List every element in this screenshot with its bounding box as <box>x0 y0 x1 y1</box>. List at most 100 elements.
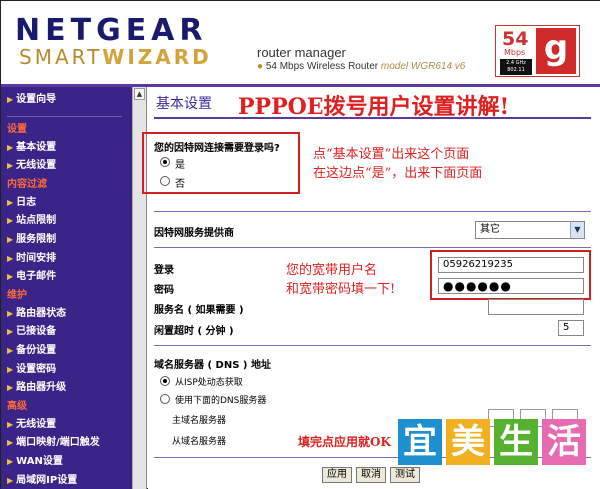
dns-auto-label: 从ISP处动态获取 <box>175 378 243 388</box>
arrow-icon: ▶ <box>7 161 14 171</box>
netgear-logo: NETGEAR <box>15 13 208 48</box>
sidebar-item-label: 路由器状态 <box>16 307 67 319</box>
sidebar-item-label: 设置向导 <box>16 94 57 105</box>
divider <box>154 247 591 248</box>
dns-manual-label: 使用下面的DNS服务器 <box>175 396 267 406</box>
sidebar-item[interactable]: ▶ 设置密码 <box>1 361 132 380</box>
sidebar-list: ▶ 设置向导 设置 ▶ 基本设置 ▶ 无线设置 内容过滤 ▶ 日志 ▶ 站点限制 ▶ 服务限制 ▶ 时间安排 ▶… <box>1 91 132 489</box>
arrow-icon: ▶ <box>7 216 14 226</box>
watermark-char: 生 <box>494 419 538 465</box>
sidebar-item-label: 无线设置 <box>16 418 57 430</box>
sidebar-item-label: 备份设置 <box>16 344 57 356</box>
sidebar-item[interactable]: ▶ 日志 <box>1 194 132 213</box>
arrow-icon: ▶ <box>7 95 14 104</box>
isp-select[interactable]: 其它 ▼ <box>475 221 585 239</box>
watermark-char: 美 <box>446 419 490 465</box>
arrow-icon: ▶ <box>7 234 14 244</box>
arrow-icon: ▶ <box>7 272 14 282</box>
sidebar-item-label: 已接设备 <box>16 326 57 338</box>
arrow-icon: ▶ <box>7 308 14 318</box>
sidebar-item[interactable]: ▶ 路由器状态 <box>1 305 132 324</box>
dns-primary-label: 主域名服务器 <box>172 416 227 426</box>
login-question: 您的因特网连接需要登录吗? <box>154 143 280 154</box>
scroll-up-icon[interactable]: ▲ <box>134 88 145 100</box>
divider <box>154 345 591 346</box>
watermark-char: 活 <box>542 419 586 465</box>
idle-timeout-field[interactable]: 5 <box>558 320 584 336</box>
idle-timeout-label: 闲置超时 ( 分钟 ) <box>154 326 234 337</box>
arrow-icon: ▶ <box>7 142 14 152</box>
page-title: 基本设置 <box>156 96 212 112</box>
sidebar-section-header: 设置 <box>7 123 27 135</box>
arrow-icon: ▶ <box>7 419 14 429</box>
dns-title: 域名服务器 ( DNS ) 地址 <box>154 360 271 371</box>
sidebar-item[interactable]: ▶ 基本设置 <box>1 139 132 158</box>
sidebar-item[interactable]: ▶ 无线设置 <box>1 416 132 435</box>
radio-dns-manual[interactable] <box>160 394 170 404</box>
sidebar-section-header: 维护 <box>7 289 27 301</box>
sidebar-divider <box>7 115 122 117</box>
sidebar-item[interactable]: ▶ 端口映射/端口触发 <box>1 434 132 453</box>
sidebar-section-header: 内容过滤 <box>7 178 47 190</box>
arrow-icon: ▶ <box>7 383 14 393</box>
sidebar-item-label: 站点限制 <box>16 215 57 227</box>
title-divider <box>154 117 591 119</box>
radio-yes[interactable] <box>160 157 170 167</box>
login-field[interactable]: 05926219235 <box>438 257 584 273</box>
sidebar-item[interactable]: ▶ WAN设置 <box>1 453 132 472</box>
54mbps-badge: 54 Mbps 2.4 GHz 802.11 g <box>495 25 580 77</box>
sidebar-item-label: 设置密码 <box>16 363 57 375</box>
sidebar-item[interactable]: ▶ 局域网IP设置 <box>1 472 132 489</box>
arrow-icon: ▶ <box>7 197 14 207</box>
service-name-field[interactable] <box>488 299 584 315</box>
arrow-icon: ▶ <box>7 438 14 448</box>
sidebar-item[interactable]: ▶ 时间安排 <box>1 250 132 269</box>
password-field[interactable]: ●●●●●● <box>438 278 584 294</box>
sidebar-item-label: WAN设置 <box>16 455 63 467</box>
arrow-icon: ▶ <box>7 456 14 466</box>
arrow-icon: ▶ <box>7 345 14 355</box>
sidebar-item[interactable]: ▶ 无线设置 <box>1 157 132 176</box>
sidebar-item-label: 端口映射/端口触发 <box>16 437 100 449</box>
watermark-char: 宜 <box>398 419 442 465</box>
login-label: 登录 <box>154 265 174 276</box>
dns-secondary-label: 从域名服务器 <box>172 437 227 447</box>
annotation-hint: 点“基本设置”出来这个页面 在这边点“是”，出来下面页面 <box>313 147 483 181</box>
arrow-icon: ▶ <box>7 327 14 337</box>
sidebar-item[interactable]: ▶ 站点限制 <box>1 212 132 231</box>
router-manager-title: router manager <box>257 45 346 60</box>
main-panel: 基本设置 PPPOE拨号用户设置讲解! 您的因特网连接需要登录吗? 是 否 点“… <box>142 87 600 489</box>
radio-dns-auto[interactable] <box>160 376 170 386</box>
divider <box>154 211 591 212</box>
router-page: NETGEAR SMARTWIZARD router manager ● 54 … <box>0 0 600 489</box>
sidebar-menu: ▶ 设置向导 设置 ▶ 基本设置 ▶ 无线设置 内容过滤 ▶ 日志 ▶ 站点限制 ▶ 服务限制 ▶ 时间安排 ▶… <box>1 87 147 489</box>
sidebar-item-label: 日志 <box>16 196 37 208</box>
header: NETGEAR SMARTWIZARD router manager ● 54 … <box>1 1 600 87</box>
radio-no-label: 否 <box>175 179 185 190</box>
cancel-button[interactable]: 取消 <box>356 467 386 483</box>
sidebar-item[interactable]: ▶ 备份设置 <box>1 342 132 361</box>
sidebar-item[interactable]: ▶ 路由器升级 <box>1 379 132 398</box>
sidebar-item[interactable]: ▶ 服务限制 <box>1 231 132 250</box>
smartwizard-logo: SMARTWIZARD <box>19 45 212 69</box>
arrow-icon: ▶ <box>7 253 14 263</box>
radio-no[interactable] <box>160 176 170 186</box>
chevron-down-icon[interactable]: ▼ <box>570 222 584 238</box>
sidebar-item[interactable]: ▶ 电子邮件 <box>1 268 132 287</box>
sidebar-item-label: 无线设置 <box>16 160 57 172</box>
sidebar-item[interactable]: ▶ 设置向导 <box>1 91 132 110</box>
sidebar-item-label: 电子邮件 <box>16 271 57 283</box>
arrow-icon: ▶ <box>7 475 14 485</box>
arrow-icon: ▶ <box>7 364 14 374</box>
sidebar-section-header: 高级 <box>7 400 27 412</box>
apply-button[interactable]: 应用 <box>322 467 352 483</box>
router-subtitle: ● 54 Mbps Wireless Router model WGR614 v… <box>257 61 466 72</box>
watermark: 宜 美 生 活 <box>398 419 588 471</box>
annotation-apply: 填完点应用就OK <box>298 435 391 449</box>
annotation-credentials: 您的宽带用户名 和宽带密码填一下! <box>286 263 396 297</box>
sidebar-item-label: 路由器升级 <box>16 382 67 394</box>
sidebar-item-label: 时间安排 <box>16 252 57 264</box>
sidebar-item[interactable]: ▶ 已接设备 <box>1 323 132 342</box>
sidebar-item-label: 服务限制 <box>16 233 57 245</box>
password-label: 密码 <box>154 285 174 296</box>
